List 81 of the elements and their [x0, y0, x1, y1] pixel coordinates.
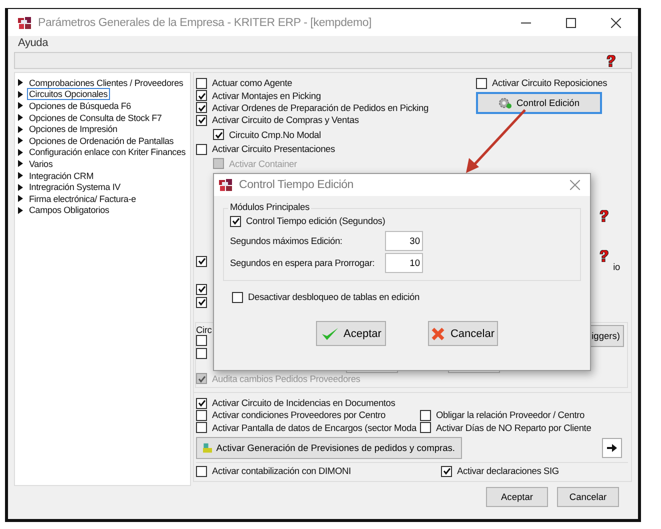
cross-icon	[431, 326, 446, 341]
accept-button[interactable]: Aceptar	[316, 321, 386, 346]
checkbox[interactable]	[232, 292, 243, 303]
cancel-button[interactable]: Cancelar	[428, 321, 498, 346]
checkbox[interactable]	[196, 335, 207, 346]
checkbox[interactable]	[196, 284, 207, 295]
checkbox-label: Desactivar desbloqueo de tablas en edición	[248, 292, 420, 302]
checkbox[interactable]	[196, 348, 207, 359]
checkbox[interactable]	[196, 256, 207, 267]
help-icon[interactable]	[598, 210, 610, 222]
app-logo-icon	[18, 16, 32, 28]
pointer-arrow	[465, 108, 527, 174]
checkbox-label: Activar Ordenes de Preparación de Pedidos en Picking	[212, 102, 428, 113]
field-label: Segundos máximos Edición:	[230, 236, 344, 246]
checkbox[interactable]	[213, 129, 224, 140]
checkbox-label: Obligar la relación Proveedor / Centro	[436, 410, 584, 420]
checkbox-label: Activar Container	[229, 158, 297, 169]
checkbox[interactable]	[196, 398, 207, 409]
checkbox[interactable]	[420, 422, 431, 434]
checkbox-label: Activar declaraciones SIG	[457, 466, 559, 476]
checkbox[interactable]	[476, 78, 487, 89]
close-icon	[570, 180, 580, 190]
checkbox[interactable]	[196, 422, 207, 434]
checkbox-label: Activar Pantalla de datos de Encargos (sector Moda	[212, 422, 416, 433]
checkbox-label: Actuar como Agente	[212, 78, 292, 88]
footer-button[interactable]: Cancelar	[557, 487, 619, 508]
checkbox[interactable]	[196, 144, 207, 155]
next-button[interactable]	[602, 438, 622, 458]
gear-icon	[498, 97, 512, 110]
input-field[interactable]: 30	[385, 231, 423, 251]
tree-item[interactable]: Comprobaciones Clientes / Proveedores	[27, 76, 186, 89]
tree-item[interactable]: Varios	[27, 158, 55, 170]
help-icon[interactable]	[598, 250, 610, 262]
control-edicion-button[interactable]: Control Edición	[476, 92, 602, 114]
checkmark-icon	[320, 326, 339, 341]
field-label: Segundos en espera para Prorrogar:	[230, 258, 376, 268]
close-icon	[610, 18, 620, 28]
text-fragment: io	[613, 262, 620, 272]
checkbox-label: Activar Circuito Reposiciones	[492, 78, 608, 88]
checkbox[interactable]	[196, 296, 207, 308]
app-logo-icon	[219, 179, 233, 191]
right-arrow-icon	[606, 442, 618, 454]
tree-item[interactable]: Opciones de Impresión	[27, 123, 120, 136]
checkbox[interactable]	[196, 102, 207, 114]
menu-item[interactable]: Ayuda	[18, 37, 48, 49]
footer-button[interactable]: Aceptar	[486, 487, 548, 508]
tree-item[interactable]: Firma electrónica/ Factura-e	[27, 192, 138, 205]
checkbox-label: Activar condiciones Proveedores por Centro	[212, 410, 386, 420]
checkbox[interactable]	[196, 78, 207, 89]
checkbox[interactable]	[441, 466, 452, 477]
input-field[interactable]: 10	[385, 253, 423, 273]
group-label: Circ	[196, 324, 212, 335]
window-title: Parámetros Generales de la Empresa - KRITER ERP - [kempdemo]	[38, 16, 373, 28]
tree-item[interactable]: Integración CRM	[27, 170, 96, 182]
checkbox-label: Circuito Cmp.No Modal	[229, 130, 321, 140]
checkbox[interactable]	[230, 216, 241, 226]
help-icon[interactable]	[605, 54, 617, 66]
generate-button[interactable]: Activar Generación de Previsiones de pedidos y compras.	[196, 437, 462, 460]
dialog-title: Control Tiempo Edición	[239, 179, 354, 191]
checkbox[interactable]	[196, 466, 207, 477]
checkbox-label: Activar Circuito Presentaciones	[212, 144, 335, 154]
checkbox-label: Audita cambios Pedidos Proveedores	[212, 374, 360, 384]
checkbox-label: Activar contabilización con DIMONI	[212, 466, 351, 476]
checkbox-label: Activar Circuito de Incidencias en Documentos	[212, 398, 396, 408]
checkbox-label: Activar Días de NO Reparto por Cliente	[436, 422, 592, 433]
tree-item[interactable]: Configuración enlace con Kriter Finances	[27, 146, 188, 158]
group-label: Módulos Principales	[228, 202, 312, 212]
tree-item[interactable]: Opciones de Consulta de Stock F7	[27, 112, 164, 124]
checkbox-label: Activar Circuito de Compras y Ventas	[212, 115, 359, 126]
tree-item[interactable]: Circuitos Opcionales	[27, 88, 110, 100]
maximize-icon	[566, 18, 576, 28]
checkbox-label: Activar Montajes en Picking	[212, 90, 321, 101]
tree-item[interactable]: Intregración Systema IV	[27, 181, 122, 194]
checkbox[interactable]	[196, 410, 207, 421]
tree-item[interactable]: Opciones de Búsqueda F6	[27, 100, 133, 112]
checkbox[interactable]	[196, 114, 207, 126]
checkbox[interactable]	[196, 90, 207, 102]
checkbox[interactable]	[420, 410, 431, 421]
tree-item[interactable]: Campos Obligatorios	[27, 204, 112, 216]
checkbox-label: Control Tiempo edición (Segundos)	[246, 216, 386, 226]
tree-item[interactable]: Opciones de Ordenación de Pantallas	[27, 134, 176, 147]
